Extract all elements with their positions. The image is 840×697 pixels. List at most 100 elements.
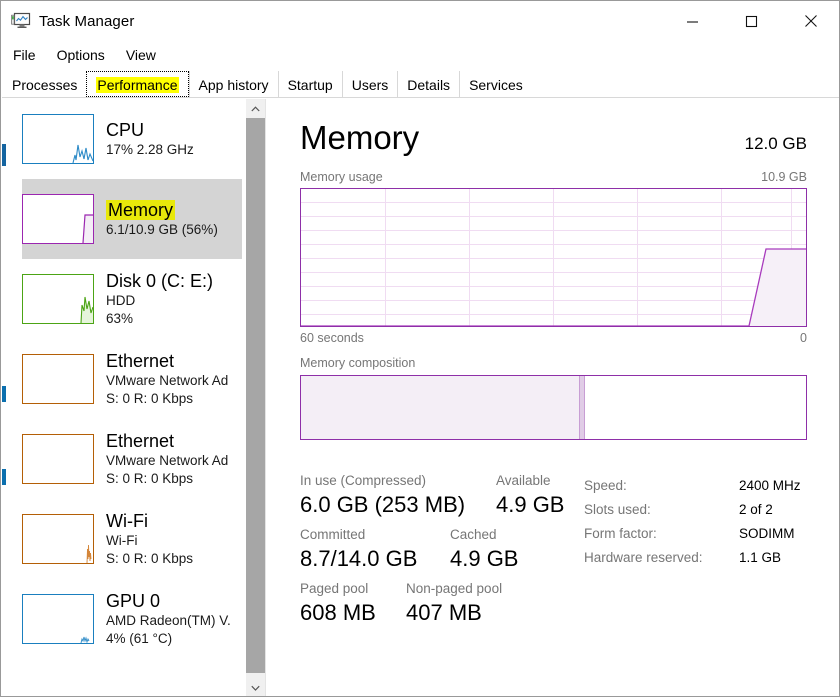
- scrollbar-thumb[interactable]: [246, 118, 265, 673]
- stat-row: In use (Compressed) 6.0 GB (253 MB) Avai…: [300, 471, 590, 519]
- sidebar-item-text: GPU 0 AMD Radeon(TM) V. 4% (61 °C): [106, 590, 231, 648]
- sidebar-item-text: Disk 0 (C: E:) HDD 63%: [106, 270, 213, 328]
- resource-list: CPU 17% 2.28 GHz Memory 6.1/10.9 GB (56%…: [2, 99, 247, 659]
- sidebar-item-sub: VMware Network Ad: [106, 453, 229, 468]
- axis-left-label: 60 seconds: [300, 331, 364, 345]
- menu-item-options[interactable]: Options: [55, 46, 107, 64]
- spec-key: Speed:: [584, 478, 627, 493]
- spec-key: Hardware reserved:: [584, 550, 703, 565]
- sidebar-item-sub2: S: 0 R: 0 Kbps: [106, 471, 194, 486]
- chevron-up-icon[interactable]: [246, 99, 265, 118]
- stat-caption: In use (Compressed): [300, 473, 427, 488]
- tab-label: Startup: [287, 76, 333, 93]
- stat-value: 608 MB: [300, 600, 376, 625]
- window-title: Task Manager: [39, 12, 135, 30]
- sidebar-item-sub2: S: 0 R: 0 Kbps: [106, 391, 194, 406]
- memory-stats: In use (Compressed) 6.0 GB (253 MB) Avai…: [300, 471, 590, 633]
- tab-processes[interactable]: Processes: [2, 71, 87, 97]
- tab-startup[interactable]: Startup: [277, 71, 342, 97]
- stat-available: Available 4.9 GB: [496, 471, 564, 519]
- sidebar-item-title: GPU 0: [106, 591, 161, 611]
- sidebar-item-text: Wi-Fi Wi-Fi S: 0 R: 0 Kbps: [106, 510, 193, 568]
- spec-value: 2400 MHz: [739, 478, 801, 493]
- stat-value: 4.9 GB: [450, 546, 519, 571]
- sidebar-item-text: Ethernet VMware Network Ad S: 0 R: 0 Kbp…: [106, 430, 228, 488]
- memory-usage-plot: [301, 248, 806, 326]
- task-manager-window: Task Manager File Options View Processes…: [0, 0, 840, 697]
- sidebar-item-title: Disk 0 (C: E:): [106, 271, 214, 291]
- spec-row-hardware-reserved: Hardware reserved: 1.1 GB: [584, 546, 824, 570]
- stat-row: Paged pool 608 MB Non-paged pool 407 MB: [300, 579, 590, 627]
- menu-item-view[interactable]: View: [124, 46, 158, 64]
- maximize-button[interactable]: [722, 2, 781, 40]
- tab-services[interactable]: Services: [459, 71, 532, 97]
- sidebar-item-memory[interactable]: Memory 6.1/10.9 GB (56%): [22, 179, 242, 259]
- sidebar-item-wifi[interactable]: Wi-Fi Wi-Fi S: 0 R: 0 Kbps: [22, 499, 242, 579]
- menu-item-file[interactable]: File: [11, 46, 38, 64]
- stat-caption: Cached: [450, 527, 497, 542]
- composition-divider: [579, 376, 585, 439]
- sidebar-item-ethernet-1[interactable]: Ethernet VMware Network Ad S: 0 R: 0 Kbp…: [22, 339, 242, 419]
- sidebar-item-sub: 17% 2.28 GHz: [106, 142, 194, 157]
- memory-detail-pane: Memory 12.0 GB Memory usage 10.9 GB 60 s…: [266, 99, 839, 696]
- memory-sparkline: [22, 194, 94, 244]
- sidebar-item-text: Memory 6.1/10.9 GB (56%): [106, 199, 218, 239]
- stat-cached: Cached 4.9 GB: [450, 525, 518, 573]
- sidebar-item-disk-0[interactable]: Disk 0 (C: E:) HDD 63%: [22, 259, 242, 339]
- tab-performance[interactable]: Performance: [86, 71, 189, 97]
- usage-max-label: 10.9 GB: [761, 170, 807, 184]
- gpu-sparkline: [22, 594, 94, 644]
- sidebar-item-sub2: 4% (61 °C): [106, 631, 173, 646]
- stat-caption: Paged pool: [300, 581, 369, 596]
- sidebar-item-sub2: S: 0 R: 0 Kbps: [106, 551, 194, 566]
- sidebar-item-title: Memory: [106, 200, 176, 220]
- wifi-sparkline: [22, 514, 94, 564]
- stat-caption: Committed: [300, 527, 366, 542]
- sidebar-item-sub: AMD Radeon(TM) V.: [106, 613, 231, 628]
- tab-app-history[interactable]: App history: [188, 71, 278, 97]
- sidebar-item-gpu-0[interactable]: GPU 0 AMD Radeon(TM) V. 4% (61 °C): [22, 579, 242, 659]
- stat-value: 8.7/14.0 GB: [300, 546, 418, 571]
- ethernet-sparkline: [22, 434, 94, 484]
- task-manager-icon: [11, 12, 31, 30]
- usage-label: Memory usage: [300, 170, 383, 184]
- sidebar-item-text: Ethernet VMware Network Ad S: 0 R: 0 Kbp…: [106, 350, 228, 408]
- stat-row: Committed 8.7/14.0 GB Cached 4.9 GB: [300, 525, 590, 573]
- tab-label: Processes: [12, 76, 78, 93]
- spec-key: Slots used:: [584, 502, 651, 517]
- tab-details[interactable]: Details: [397, 71, 460, 97]
- spec-value: 2 of 2: [739, 502, 773, 517]
- sidebar-item-cpu[interactable]: CPU 17% 2.28 GHz: [22, 99, 242, 179]
- tab-label: Performance: [96, 76, 179, 93]
- tab-label: Details: [407, 76, 451, 93]
- memory-total: 12.0 GB: [744, 134, 807, 153]
- spec-row-slots-used: Slots used: 2 of 2: [584, 498, 824, 522]
- sidebar-scrollbar[interactable]: [246, 99, 265, 696]
- tab-label: Users: [351, 76, 389, 93]
- spec-value: SODIMM: [739, 526, 795, 541]
- usage-label-row: Memory usage 10.9 GB: [300, 170, 807, 184]
- axis-right-label: 0: [800, 331, 807, 345]
- sidebar-item-ethernet-2[interactable]: Ethernet VMware Network Ad S: 0 R: 0 Kbp…: [22, 419, 242, 499]
- minimize-button[interactable]: [663, 2, 722, 40]
- close-button[interactable]: [781, 2, 839, 40]
- menu-bar: File Options View: [2, 42, 839, 68]
- tab-users[interactable]: Users: [341, 71, 398, 97]
- stat-value: 4.9 GB: [496, 492, 565, 517]
- sidebar-item-title: Wi-Fi: [106, 511, 148, 531]
- stat-caption: Non-paged pool: [406, 581, 503, 596]
- sidebar-item-sub2: 63%: [106, 311, 134, 326]
- stat-value: 407 MB: [406, 600, 482, 625]
- tab-strip: Processes Performance App history Startu…: [2, 71, 839, 98]
- sidebar-item-title: Ethernet: [106, 431, 175, 451]
- sidebar-item-title: CPU: [106, 120, 145, 140]
- stat-caption: Available: [496, 473, 551, 488]
- graph-axis-labels: 60 seconds 0: [300, 331, 807, 345]
- sidebar-item-sub: VMware Network Ad: [106, 373, 229, 388]
- composition-label: Memory composition: [300, 356, 416, 370]
- chevron-down-icon[interactable]: [246, 678, 265, 696]
- tab-label: Services: [469, 76, 523, 93]
- spec-row-form-factor: Form factor: SODIMM: [584, 522, 824, 546]
- cpu-sparkline: [22, 114, 94, 164]
- memory-specs: Speed: 2400 MHz Slots used: 2 of 2 Form …: [584, 474, 824, 570]
